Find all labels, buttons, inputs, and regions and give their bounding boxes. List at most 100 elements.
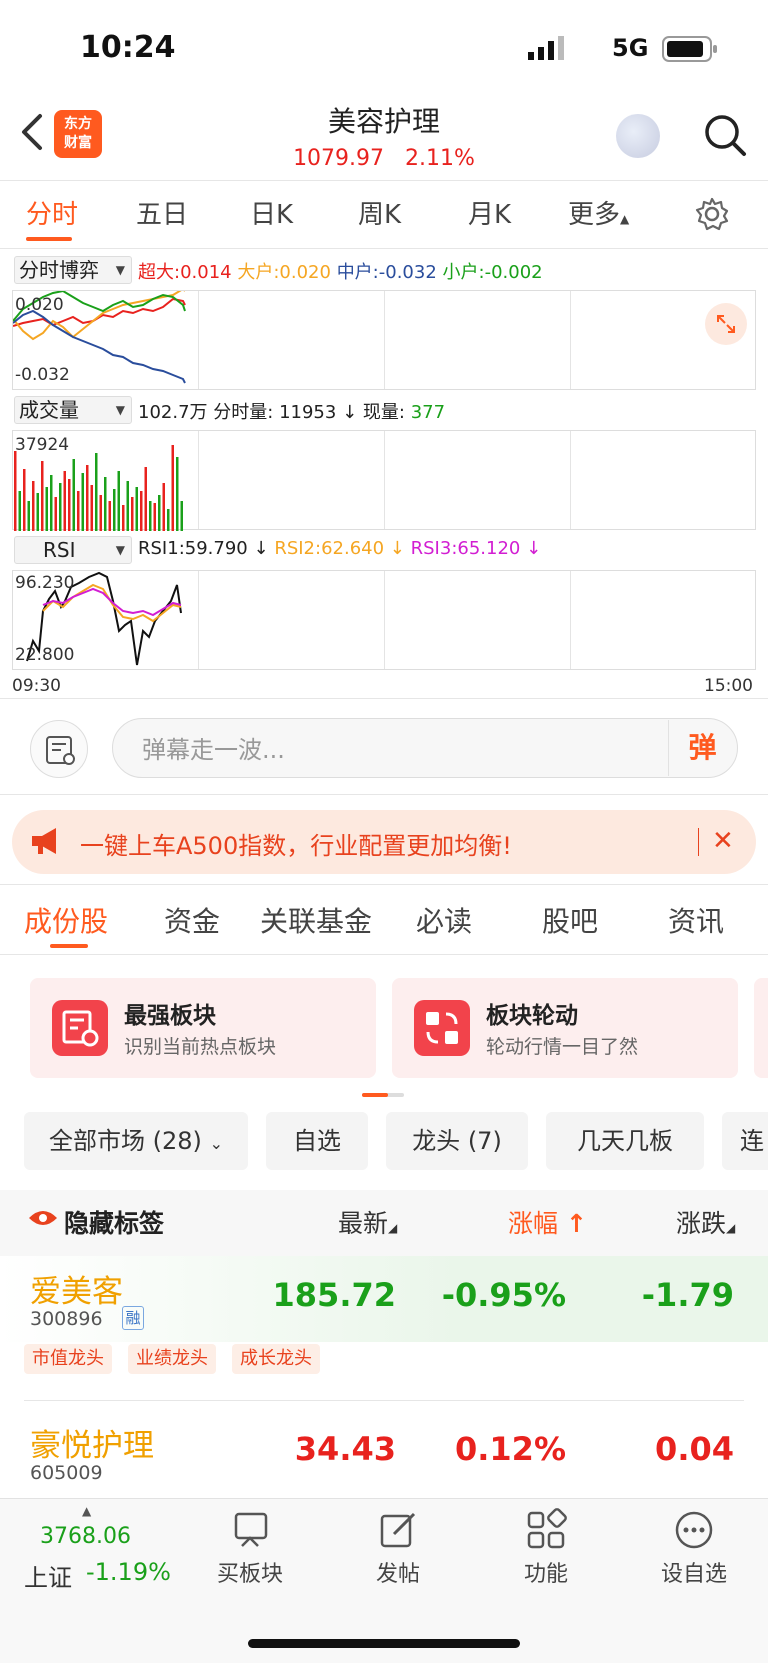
tab-guba[interactable]: 股吧 xyxy=(542,900,598,940)
time-axis-start: 09:30 xyxy=(12,676,61,696)
sector-rotation-icon xyxy=(414,1000,470,1056)
volume-bar xyxy=(36,493,39,531)
gear-icon[interactable] xyxy=(694,196,730,232)
grid-icon[interactable] xyxy=(524,1508,568,1552)
col-change[interactable]: 涨跌◢ xyxy=(676,1204,735,1240)
volume-bar xyxy=(167,509,170,531)
col-change-pct[interactable]: 涨幅 ↑ xyxy=(508,1204,587,1240)
edit-post-icon[interactable] xyxy=(376,1508,420,1552)
index-change[interactable]: -1.19% xyxy=(86,1558,171,1586)
expand-icon xyxy=(717,315,735,333)
fund-flow-selector[interactable]: 分时博弈 ▼ xyxy=(14,256,132,284)
volume-bar xyxy=(180,501,183,531)
tag-market-cap-leader: 市值龙头 xyxy=(24,1344,112,1374)
tab-monthly-k[interactable]: 月K xyxy=(468,194,511,231)
banner-text: 一键上车A500指数，行业配置更加均衡! xyxy=(80,832,512,860)
expand-chart-button[interactable] xyxy=(705,303,747,345)
volume-bar xyxy=(149,501,152,531)
chip-watchlist[interactable]: 自选 xyxy=(266,1112,368,1170)
volume-bar xyxy=(95,453,98,531)
volume-legend: 102.7万 分时量: 11953 ↓ 现量: 377 xyxy=(138,402,446,423)
volume-bar xyxy=(176,457,179,531)
volume-plot: 37924 xyxy=(12,430,756,531)
fund-y-bottom: -0.032 xyxy=(15,365,70,385)
fund-y-top: 0.020 xyxy=(15,295,64,315)
rsi-y-top: 96.230 xyxy=(15,573,75,593)
tab-daily-k[interactable]: 日K xyxy=(250,194,293,231)
tab-funds[interactable]: 资金 xyxy=(164,900,220,940)
nav-post[interactable]: 发帖 xyxy=(338,1556,458,1588)
stock-change-pct: 0.12% xyxy=(454,1430,566,1468)
volume-bar xyxy=(171,445,174,531)
volume-bar xyxy=(122,505,125,531)
tab-five-day[interactable]: 五日 xyxy=(136,194,188,231)
volume-bar xyxy=(162,483,165,531)
volume-bar xyxy=(32,481,35,531)
index-name[interactable]: 上证 xyxy=(24,1558,72,1593)
volume-bar xyxy=(77,491,80,531)
volume-bar xyxy=(99,495,102,531)
volume-bar xyxy=(23,469,26,531)
nav-functions[interactable]: 功能 xyxy=(486,1556,606,1588)
volume-y-top: 37924 xyxy=(15,435,70,455)
danmu-list-icon xyxy=(46,736,75,765)
status-time: 10:24 xyxy=(80,30,176,65)
stock-name[interactable]: 爱美客 xyxy=(30,1266,123,1311)
signal-icon xyxy=(528,36,564,60)
volume-bar xyxy=(86,465,89,531)
stock-name[interactable]: 豪悦护理 xyxy=(30,1420,154,1465)
volume-bar xyxy=(90,485,93,531)
hide-tags-toggle[interactable]: 隐藏标签 xyxy=(64,1204,164,1240)
volume-bar xyxy=(113,489,116,531)
stock-code: 300896 xyxy=(30,1308,103,1330)
volume-selector[interactable]: 成交量 ▼ xyxy=(14,396,132,424)
index-value[interactable]: 3768.06 xyxy=(40,1524,131,1549)
more-options-icon[interactable] xyxy=(672,1508,716,1552)
volume-bar xyxy=(144,467,147,531)
nav-buy-sector[interactable]: 买板块 xyxy=(190,1556,310,1588)
index-price: 1079.97 xyxy=(293,146,385,171)
tag-growth-leader: 成长龙头 xyxy=(232,1344,320,1374)
margin-badge: 融 xyxy=(122,1306,144,1330)
chip-consecutive-boards[interactable]: 几天几板 xyxy=(546,1112,704,1170)
volume-bar xyxy=(63,471,66,531)
assistant-avatar[interactable] xyxy=(616,114,660,158)
col-latest[interactable]: 最新◢ xyxy=(338,1204,397,1240)
eye-icon[interactable] xyxy=(28,1208,58,1228)
expand-index-icon[interactable]: ▲ xyxy=(82,1504,91,1518)
tab-constituents[interactable]: 成份股 xyxy=(24,900,108,940)
search-icon[interactable] xyxy=(702,112,748,158)
tab-related-funds[interactable]: 关联基金 xyxy=(260,900,372,940)
rsi-selector[interactable]: RSI ▼ xyxy=(14,536,132,564)
tab-more[interactable]: 更多▲ xyxy=(568,194,629,231)
volume-bar xyxy=(104,477,107,531)
tab-news[interactable]: 资讯 xyxy=(668,900,724,940)
card-strongest-sector[interactable]: 最强板块 识别当前热点板块 xyxy=(30,978,376,1078)
fund-flow-plot: 0.020 -0.032 xyxy=(12,290,756,390)
chip-more[interactable]: 连 xyxy=(722,1112,768,1170)
stock-change: -1.79 xyxy=(641,1276,734,1314)
card-sector-rotation[interactable]: 板块轮动 轮动行情一目了然 xyxy=(392,978,738,1078)
danmu-settings-button[interactable] xyxy=(30,720,88,778)
stock-change: 0.04 xyxy=(655,1430,734,1468)
volume-bar xyxy=(153,503,156,531)
stock-change-pct: -0.95% xyxy=(441,1276,566,1314)
danmu-send-button[interactable]: 弹 xyxy=(668,720,736,776)
chip-leaders[interactable]: 龙头 (7) xyxy=(386,1112,528,1170)
volume-bar xyxy=(50,475,53,531)
close-icon[interactable]: ✕ xyxy=(712,826,734,856)
tab-must-read[interactable]: 必读 xyxy=(416,900,472,940)
volume-bar xyxy=(131,497,134,531)
buy-sector-icon[interactable] xyxy=(228,1508,272,1552)
nav-add-watchlist[interactable]: 设自选 xyxy=(634,1556,754,1588)
rsi-y-bottom: 22.800 xyxy=(15,645,75,665)
card-next-peek[interactable] xyxy=(754,978,768,1078)
volume-bar xyxy=(27,501,30,531)
tab-fenshi[interactable]: 分时 xyxy=(26,194,78,231)
volume-bar xyxy=(117,471,120,531)
index-change-pct: 2.11% xyxy=(405,146,475,171)
chip-all-markets[interactable]: 全部市场 (28) ⌄ xyxy=(24,1112,248,1170)
carousel-indicator xyxy=(362,1093,388,1097)
stock-code: 605009 xyxy=(30,1462,103,1484)
tab-weekly-k[interactable]: 周K xyxy=(358,194,401,231)
